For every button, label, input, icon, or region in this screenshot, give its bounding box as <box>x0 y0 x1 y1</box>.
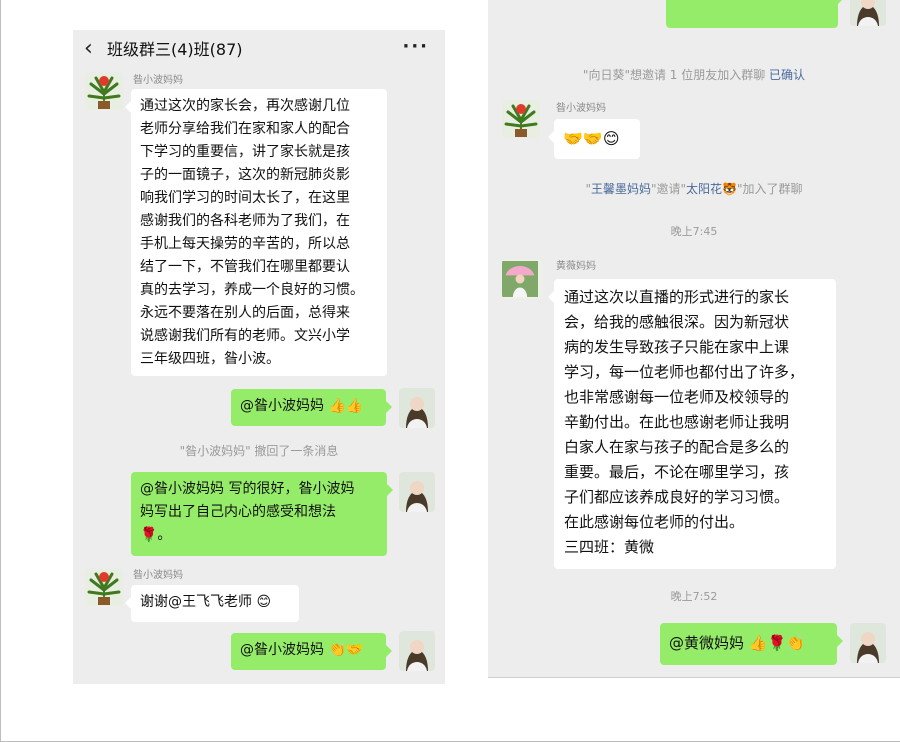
join-notice-text: "加入了群聊 <box>737 182 803 196</box>
chat-title-bar: ‹ 班级群三(4)班(87) ··· <box>73 30 445 70</box>
message-bubble-self[interactable]: @昝小波妈妈 写的很好，昝小波妈 妈写出了自己内心的感受和想法 🌹。 <box>131 472 393 556</box>
sender-name: 昝小波妈妈 <box>133 570 183 581</box>
invite-notice-text: "向日葵"想邀请 1 位朋友加入群聊 <box>582 68 770 82</box>
message-bubble[interactable]: 通过这次的家长会，再次感谢几位 老师分享给我们在家和家人的配合 下学习的重要信，… <box>125 89 387 376</box>
avatar-flower[interactable] <box>85 72 123 110</box>
message-bubble-self[interactable]: @黄微妈妈 👍🌹👏 <box>660 623 843 665</box>
right-chat-screenshot: "向日葵"想邀请 1 位朋友加入群聊 已确认 昝小波妈妈 🤝🤝😊 "王馨墨妈妈"… <box>488 0 900 678</box>
chat-title: 班级群三(4)班(87) <box>107 40 243 59</box>
divider <box>488 677 900 678</box>
chevron-left-icon[interactable]: ‹ <box>84 38 93 60</box>
avatar-woman-umbrella[interactable] <box>502 259 542 299</box>
message-bubble[interactable]: 谢谢@王飞飞老师 😊 <box>125 585 299 622</box>
avatar-self[interactable] <box>399 472 435 512</box>
avatar-self[interactable] <box>399 631 435 671</box>
sender-name: 昝小波妈妈 <box>133 75 183 86</box>
avatar-self[interactable] <box>850 0 886 26</box>
more-dots-icon[interactable]: ··· <box>402 36 429 57</box>
timestamp: 晚上7:45 <box>670 225 718 238</box>
join-notice: "王馨墨妈妈"邀请"太阳花🐯"加入了群聊 <box>488 181 900 197</box>
timestamp: 晚上7:52 <box>670 590 718 603</box>
message-bubble-self-cutoff[interactable] <box>666 0 844 28</box>
avatar-flower[interactable] <box>502 100 540 138</box>
join-notice-text: "邀请" <box>651 182 687 196</box>
avatar-flower[interactable] <box>85 568 123 606</box>
recall-notice: "昝小波妈妈" 撤回了一条消息 <box>179 444 339 458</box>
sender-name: 黄薇妈妈 <box>556 261 596 272</box>
avatar-self[interactable] <box>850 623 886 663</box>
message-bubble[interactable]: 通过这次以直播的形式进行的家长 会，给我的感触很深。因为新冠状 病的发生导致孩子… <box>548 279 836 569</box>
confirmed-link[interactable]: 已确认 <box>769 68 805 82</box>
inviter-link[interactable]: 王馨墨妈妈 <box>591 182 651 196</box>
message-bubble-self[interactable]: @昝小波妈妈 👍👍 <box>231 389 392 426</box>
avatar-self[interactable] <box>399 388 435 428</box>
message-bubble-self[interactable]: @昝小波妈妈 👏🤝 <box>231 633 392 670</box>
sender-name: 昝小波妈妈 <box>556 103 606 114</box>
message-bubble[interactable]: 🤝🤝😊 <box>548 119 640 159</box>
invitee-link[interactable]: 太阳花🐯 <box>686 182 737 196</box>
page-border <box>0 0 1 742</box>
left-chat-screenshot: ‹ 班级群三(4)班(87) ··· 昝小波妈妈 通过这次的家长会，再次感谢几位… <box>73 30 445 684</box>
group-invite-notice: "向日葵"想邀请 1 位朋友加入群聊 已确认 <box>488 67 900 83</box>
